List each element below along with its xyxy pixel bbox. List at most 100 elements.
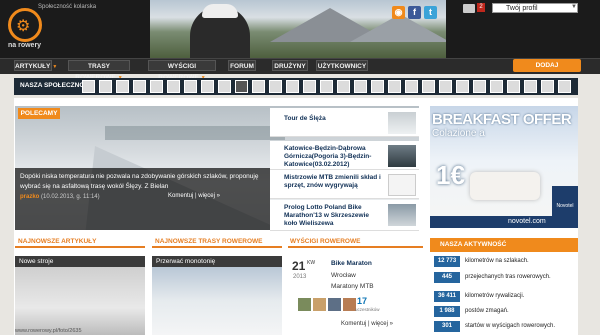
list-item-thumbnail[interactable] bbox=[388, 204, 416, 226]
search-button[interactable]: DODAJ bbox=[513, 59, 581, 72]
section-title-races[interactable]: WYŚCIGI ROWEROWE bbox=[290, 238, 360, 245]
route-card-image[interactable] bbox=[152, 267, 282, 335]
avatar[interactable] bbox=[405, 80, 418, 93]
list-item-thumbnail[interactable] bbox=[388, 145, 416, 167]
avatar[interactable] bbox=[184, 80, 197, 93]
stat-number: 301 bbox=[434, 321, 460, 332]
logo-name: na rowery bbox=[8, 42, 42, 49]
avatar[interactable] bbox=[507, 80, 520, 93]
avatar[interactable] bbox=[422, 80, 435, 93]
trees-shape bbox=[105, 126, 285, 140]
coffee-cups-shape bbox=[470, 172, 540, 200]
avatar[interactable] bbox=[133, 80, 146, 93]
stat-number: 12 773 bbox=[434, 256, 460, 267]
article-card-title[interactable]: Nowe stroje bbox=[15, 256, 145, 267]
avatar[interactable] bbox=[252, 80, 265, 93]
messages-icon[interactable] bbox=[463, 4, 475, 13]
avatar[interactable] bbox=[439, 80, 452, 93]
section-divider bbox=[288, 246, 423, 248]
stat-label: kilometrów na szlakach. bbox=[465, 258, 529, 264]
featured-tag: POLECAMY bbox=[18, 108, 60, 119]
nav-item-articles[interactable]: ARTYKUŁY ▼ bbox=[14, 60, 57, 71]
ad-subtitle[interactable]: Colazione a bbox=[432, 128, 485, 139]
stat-number: 445 bbox=[434, 272, 460, 283]
list-item-title[interactable]: Mistrzowie MTB zmienili skład i sprzęt, … bbox=[284, 174, 384, 190]
avatar[interactable] bbox=[541, 80, 554, 93]
section-title-activity: NASZA AKTYWNOŚĆ bbox=[440, 241, 507, 248]
avatar[interactable] bbox=[218, 80, 231, 93]
nav-item-label: ARTYKUŁY bbox=[15, 63, 51, 70]
race-comment-link[interactable]: Komentuj | więcej » bbox=[341, 321, 393, 327]
section-title-routes[interactable]: NAJNOWSZE TRASY ROWEROWE bbox=[155, 238, 263, 245]
featured-meta: prazko (10.02.2013, g. 11:14) bbox=[20, 194, 270, 200]
stat-label: kilometrów rywalizacji. bbox=[465, 293, 525, 299]
chevron-down-icon: ▼ bbox=[571, 4, 577, 10]
profile-select[interactable]: Twój profil bbox=[492, 3, 578, 13]
stat-label: startów w wyścigach rowerowych. bbox=[465, 323, 556, 329]
chevron-down-icon: ▼ bbox=[52, 64, 58, 70]
ad-price[interactable]: 1€ bbox=[436, 160, 465, 191]
avatar[interactable] bbox=[269, 80, 282, 93]
avatar[interactable] bbox=[388, 80, 401, 93]
featured-date: (10.02.2013, g. 11:14) bbox=[41, 194, 100, 200]
avatar[interactable] bbox=[99, 80, 112, 93]
stat-number: 36 411 bbox=[434, 291, 460, 302]
avatar[interactable] bbox=[524, 80, 537, 93]
nav-item-teams[interactable]: DRUŻYNY bbox=[272, 60, 308, 71]
avatar[interactable] bbox=[337, 80, 350, 93]
avatar[interactable] bbox=[558, 80, 571, 93]
participant-avatar[interactable] bbox=[313, 298, 326, 311]
race-name[interactable]: Bike Maraton bbox=[331, 260, 372, 267]
facebook-icon[interactable]: f bbox=[408, 6, 421, 19]
featured-comment-link[interactable]: Komentuj | więcej » bbox=[168, 193, 220, 199]
stat-label: postów zmagań. bbox=[465, 308, 509, 314]
section-divider bbox=[15, 246, 145, 248]
nav-item-users[interactable]: UŻYTKOWNICY bbox=[316, 60, 368, 71]
avatar[interactable] bbox=[116, 80, 129, 93]
stat-label: przejechanych tras rowerowych. bbox=[465, 274, 551, 280]
list-item-title[interactable]: Tour de Ślęża bbox=[284, 115, 384, 123]
site-tagline: Społeczność kolarska bbox=[38, 4, 97, 10]
route-card-title[interactable]: Przerwać monotonię bbox=[152, 256, 282, 267]
twitter-icon[interactable]: t bbox=[424, 6, 437, 19]
ad-title[interactable]: BREAKFAST OFFER bbox=[432, 111, 572, 128]
avatar[interactable] bbox=[456, 80, 469, 93]
avatar[interactable] bbox=[167, 80, 180, 93]
featured-author[interactable]: prazko bbox=[20, 194, 39, 200]
nav-item-label: FORUM bbox=[230, 63, 254, 70]
list-item-thumbnail[interactable] bbox=[388, 112, 416, 134]
avatar[interactable] bbox=[286, 80, 299, 93]
avatar[interactable] bbox=[82, 80, 95, 93]
avatar[interactable] bbox=[235, 80, 248, 93]
article-card-image[interactable] bbox=[15, 267, 145, 335]
bicycle-icon: ⚙ bbox=[16, 18, 31, 35]
avatar[interactable] bbox=[371, 80, 384, 93]
section-title-articles[interactable]: NAJNOWSZE ARTYKUŁY bbox=[18, 238, 96, 245]
helmet-shape bbox=[202, 4, 238, 18]
list-item-title[interactable]: Prolog Lotto Poland Bike Marathon'13 w S… bbox=[284, 204, 384, 228]
race-day: 21 bbox=[292, 259, 306, 273]
avatar[interactable] bbox=[201, 80, 214, 93]
ad-brand-logo[interactable]: Novotel bbox=[552, 186, 578, 216]
nav-item-routes[interactable]: TRASY ROWEROWE▼ bbox=[68, 60, 130, 81]
avatar[interactable] bbox=[320, 80, 333, 93]
race-participant-label: uczestników bbox=[355, 307, 380, 312]
race-participant-count: 17 bbox=[357, 296, 368, 306]
nav-item-races[interactable]: WYŚCIGI ROWEROWE▼ bbox=[148, 60, 216, 81]
rss-icon[interactable]: ◉ bbox=[392, 6, 405, 19]
list-item-thumbnail[interactable] bbox=[388, 174, 416, 196]
featured-text[interactable]: Dopóki niska temperatura nie pozwala na … bbox=[20, 172, 270, 192]
avatar[interactable] bbox=[150, 80, 163, 93]
avatar[interactable] bbox=[354, 80, 367, 93]
participant-avatar[interactable] bbox=[298, 298, 311, 311]
avatar[interactable] bbox=[490, 80, 503, 93]
nav-item-label: DRUŻYNY bbox=[274, 63, 306, 70]
section-divider bbox=[152, 246, 282, 248]
participant-avatar[interactable] bbox=[328, 298, 341, 311]
list-item-title[interactable]: Katowice-Będzin-Dąbrowa Górnicza(Pogoria… bbox=[284, 145, 384, 169]
ad-footer-link[interactable]: novotel.com bbox=[430, 216, 578, 228]
nav-item-forum[interactable]: FORUM bbox=[228, 60, 256, 71]
avatar[interactable] bbox=[303, 80, 316, 93]
avatar[interactable] bbox=[473, 80, 486, 93]
site-logo[interactable]: ⚙ Społeczność kolarska na rowery bbox=[4, 2, 144, 54]
